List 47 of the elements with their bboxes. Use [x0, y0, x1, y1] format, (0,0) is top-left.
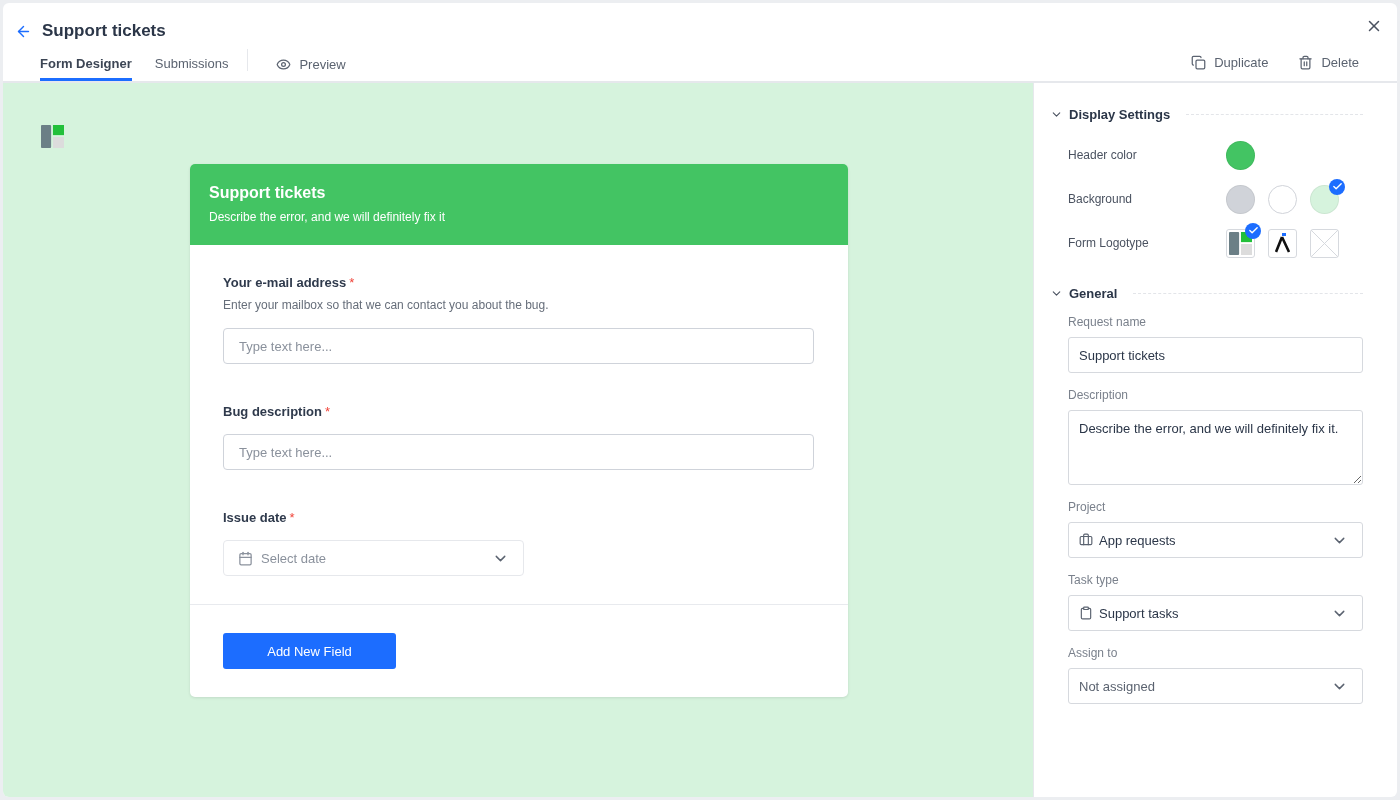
field-label: Task type	[1068, 573, 1120, 587]
select-field[interactable]: Not assigned	[1068, 668, 1363, 704]
preview-link[interactable]: Preview	[276, 55, 346, 81]
blocks-logo-icon	[41, 125, 64, 148]
date-select[interactable]: Select date	[223, 540, 524, 576]
select-field[interactable]: Support tasks	[1068, 595, 1363, 631]
tab[interactable]: Submissions	[154, 55, 229, 81]
field-label: Issue date *	[223, 510, 296, 525]
form-title: Support tickets	[209, 184, 327, 202]
field-label: Your e-mail address *	[223, 275, 356, 290]
check-icon	[1245, 222, 1261, 239]
briefcase-icon	[1079, 533, 1093, 547]
peak-logo-icon	[1274, 233, 1291, 253]
field-label: Description	[1068, 388, 1130, 402]
add-field-button[interactable]: Add New Field	[223, 633, 396, 669]
duplicate-button[interactable]: Duplicate	[1191, 55, 1269, 78]
field-hint: Enter your mailbox so that we can contact you about the bug.	[223, 298, 550, 312]
select-field[interactable]: App requests	[1068, 522, 1363, 558]
page-title: Support tickets	[42, 21, 166, 41]
section-title: General	[1069, 286, 1118, 301]
field-label: Project	[1068, 500, 1107, 514]
setting-label: Header color	[1068, 148, 1138, 162]
field-label: Request name	[1068, 315, 1148, 329]
field-label: Assign to	[1068, 646, 1119, 660]
blocks-logo-icon	[1229, 231, 1252, 255]
color-swatch[interactable]	[1268, 184, 1297, 214]
trash-icon	[1298, 55, 1314, 70]
clipboard-icon	[1079, 606, 1093, 620]
eye-icon	[276, 56, 292, 72]
section-title: Display Settings	[1069, 107, 1171, 122]
empty-logo-icon	[1311, 229, 1338, 257]
setting-label: Background	[1068, 192, 1134, 206]
form-subtitle: Describe the error, and we will definitely fix it	[209, 210, 447, 224]
text-input[interactable]: Type text here...	[223, 434, 814, 470]
calendar-icon	[238, 550, 253, 566]
check-icon	[1329, 178, 1345, 195]
required-mark: *	[324, 404, 330, 419]
text-area[interactable]: Describe the error, and we will definitely fix it.	[1068, 410, 1363, 485]
setting-label: Form Logotype	[1068, 236, 1150, 250]
required-mark: *	[349, 275, 355, 290]
text-input[interactable]: Type text here...	[223, 328, 814, 364]
field-label: Bug description *	[223, 404, 331, 419]
text-input[interactable]: Support tickets	[1068, 337, 1363, 373]
copy-icon	[1191, 55, 1207, 70]
delete-button[interactable]: Delete	[1298, 55, 1359, 78]
logo-option[interactable]	[1268, 228, 1297, 258]
required-mark: *	[289, 510, 295, 525]
